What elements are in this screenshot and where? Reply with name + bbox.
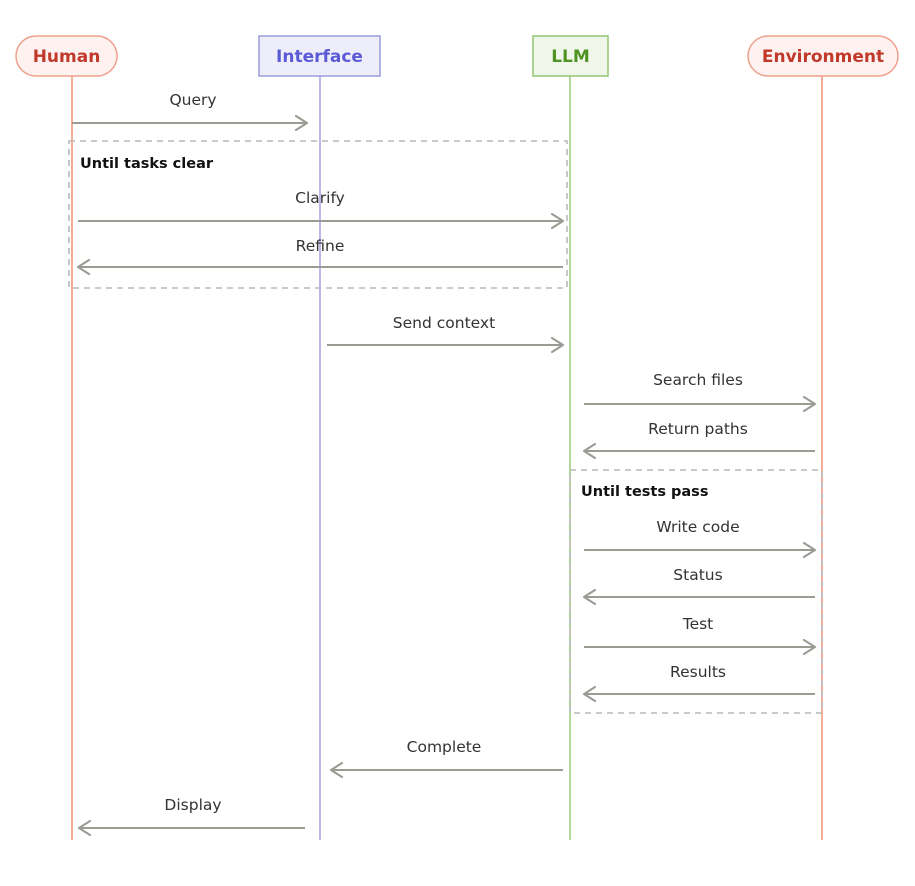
- message-arrow: Complete: [329, 738, 563, 779]
- loop-title: Until tasks clear: [80, 156, 214, 172]
- message-label: Refine: [296, 237, 345, 255]
- message-label: Display: [164, 796, 221, 814]
- message-label: Test: [682, 615, 714, 633]
- message-arrow: Results: [582, 663, 815, 703]
- message-arrow: Test: [584, 615, 817, 656]
- message-label: Clarify: [295, 189, 345, 207]
- message-arrow: Display: [77, 796, 305, 837]
- message-label: Send context: [393, 314, 495, 332]
- participant-label: Human: [33, 47, 101, 67]
- message-arrow: Search files: [584, 371, 817, 413]
- participant-llm[interactable]: LLM: [532, 35, 609, 77]
- message-label: Results: [670, 663, 726, 681]
- message-arrow: Return paths: [582, 420, 815, 460]
- participant-label: LLM: [551, 47, 590, 67]
- message-label: Search files: [653, 371, 743, 389]
- message-label: Return paths: [648, 420, 748, 438]
- participant-environment[interactable]: Environment: [747, 35, 899, 77]
- participant-human[interactable]: Human: [15, 35, 118, 77]
- message-label: Complete: [407, 738, 482, 756]
- participant-interface[interactable]: Interface: [258, 35, 381, 77]
- message-label: Query: [169, 91, 216, 109]
- message-arrow: Status: [582, 566, 815, 606]
- loop-title: Until tests pass: [581, 484, 708, 500]
- sequence-diagram-canvas: Until tasks clear Until tests pass Query C…: [0, 0, 915, 886]
- participants-group: Human Interface LLM Environment: [15, 35, 899, 77]
- lifelines-group: [71, 76, 823, 840]
- sequence-diagram-svg: Until tasks clear Until tests pass Query C…: [15, 35, 899, 840]
- message-label: Write code: [656, 518, 739, 536]
- participant-label: Interface: [276, 47, 363, 67]
- message-arrow: Write code: [584, 518, 817, 559]
- message-arrow: Query: [72, 91, 309, 132]
- messages-group: Query Clarify Refine Send context Search fil…: [72, 91, 817, 837]
- message-label: Status: [673, 566, 722, 584]
- participant-label: Environment: [762, 47, 884, 67]
- message-arrow: Send context: [327, 314, 565, 354]
